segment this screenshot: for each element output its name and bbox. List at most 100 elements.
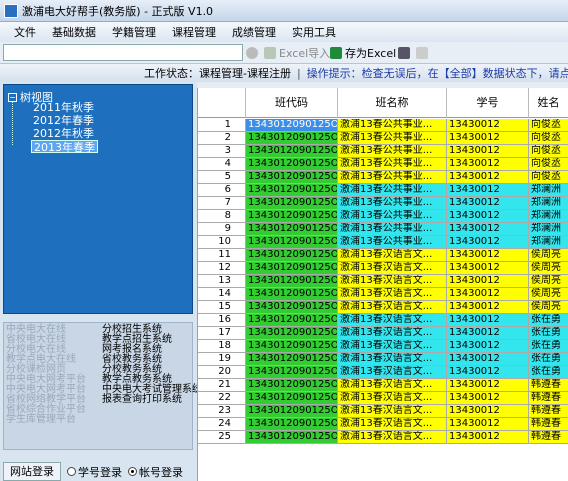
cell-student-id[interactable]: 13430012	[447, 379, 529, 392]
table-row[interactable]: 15 1343012090125O2 激浦13春汉语言文... 13430012 侯周亮	[198, 301, 568, 314]
cell-class-code[interactable]: 1343012090125O2	[246, 340, 338, 353]
cell-student-name[interactable]: 张在勇	[529, 340, 568, 353]
cell-student-id[interactable]: 13430012	[447, 197, 529, 210]
cell-class-name[interactable]: 激浦13春公共事业...	[338, 236, 447, 249]
cell-class-name[interactable]: 激浦13春汉语言文...	[338, 288, 447, 301]
cell-class-name[interactable]: 激浦13春汉语言文...	[338, 301, 447, 314]
cell-student-name[interactable]: 郑澜洲	[529, 223, 568, 236]
cell-student-id[interactable]: 13430012	[447, 132, 529, 145]
cell-class-code[interactable]: 1343012090125O2	[246, 262, 338, 275]
print-button[interactable]	[398, 45, 413, 61]
table-row[interactable]: 6 1343012090125O3 激浦13春公共事业... 13430012 郑澜洲	[198, 184, 568, 197]
cell-student-name[interactable]: 向俊丞	[529, 145, 568, 158]
header-class-code[interactable]: 班代码	[246, 88, 338, 118]
cell-class-code[interactable]: 1343012090125O2	[246, 275, 338, 288]
cell-class-code[interactable]: 1343012090125O3	[246, 132, 338, 145]
link-item[interactable]: 报表查询打印系统	[102, 395, 202, 405]
cell-student-name[interactable]: 张在勇	[529, 353, 568, 366]
cell-class-code[interactable]: 1343012090125O3	[246, 223, 338, 236]
cell-student-name[interactable]: 向俊丞	[529, 158, 568, 171]
table-row[interactable]: 20 1343012090125O2 激浦13春汉语言文... 13430012 张在勇	[198, 366, 568, 379]
cell-student-id[interactable]: 13430012	[447, 288, 529, 301]
cell-student-id[interactable]: 13430012	[447, 223, 529, 236]
cell-class-name[interactable]: 激浦13春公共事业...	[338, 184, 447, 197]
data-grid[interactable]: 班代码 班名称 学号 姓名 ▶11343012090125O3激浦13春公共事业…	[197, 88, 568, 481]
header-class-name[interactable]: 班名称	[338, 88, 447, 118]
table-row[interactable]: 21 1343012090125O2 激浦13春汉语言文... 13430012 韩遵春	[198, 379, 568, 392]
table-row[interactable]: 22 1343012090125O2 激浦13春汉语言文... 13430012 韩遵春	[198, 392, 568, 405]
cell-student-name[interactable]: 郑澜洲	[529, 197, 568, 210]
cell-class-name[interactable]: 激浦13春公共事业...	[338, 171, 447, 184]
cell-student-name[interactable]: 向俊丞	[529, 119, 568, 132]
cell-class-name[interactable]: 激浦13春汉语言文...	[338, 379, 447, 392]
table-row[interactable]: 9 1343012090125O3 激浦13春公共事业... 13430012 郑澜洲	[198, 223, 568, 236]
cell-class-code[interactable]: 1343012090125O3	[246, 171, 338, 184]
cell-student-id[interactable]: 13430012	[447, 340, 529, 353]
table-row[interactable]: 17 1343012090125O2 激浦13春汉语言文... 13430012 张在勇	[198, 327, 568, 340]
cell-class-code[interactable]: 1343012090125O3	[246, 210, 338, 223]
cell-student-id[interactable]: 13430012	[447, 145, 529, 158]
table-row[interactable]: ▶11343012090125O3激浦13春公共事业...13430012向俊丞	[198, 119, 568, 132]
cell-class-code[interactable]: 1343012090125O2	[246, 405, 338, 418]
cell-student-name[interactable]: 侯周亮	[529, 288, 568, 301]
cell-class-name[interactable]: 激浦13春汉语言文...	[338, 431, 447, 444]
cell-class-code[interactable]: 1343012090125O2	[246, 327, 338, 340]
cell-class-code[interactable]: 1343012090125O2	[246, 314, 338, 327]
cell-class-name[interactable]: 激浦13春公共事业...	[338, 197, 447, 210]
menu-grades[interactable]: 成绩管理	[224, 24, 284, 40]
table-row[interactable]: 25 1343012090125O2 激浦13春汉语言文... 13430012 韩遵春	[198, 431, 568, 444]
cell-student-id[interactable]: 13430012	[447, 184, 529, 197]
link-item[interactable]: 学生库管理平台	[6, 415, 86, 425]
table-row[interactable]: 13 1343012090125O2 激浦13春汉语言文... 13430012 侯周亮	[198, 275, 568, 288]
table-row[interactable]: 5 1343012090125O3 激浦13春公共事业... 13430012 向俊丞	[198, 171, 568, 184]
table-row[interactable]: 23 1343012090125O2 激浦13春汉语言文... 13430012 韩遵春	[198, 405, 568, 418]
cell-class-code[interactable]: 1343012090125O2	[246, 366, 338, 379]
cell-student-name[interactable]: 韩遵春	[529, 405, 568, 418]
table-row[interactable]: 3 1343012090125O3 激浦13春公共事业... 13430012 向俊丞	[198, 145, 568, 158]
cell-student-id[interactable]: 13430012	[447, 418, 529, 431]
cell-class-name[interactable]: 激浦13春汉语言文...	[338, 262, 447, 275]
header-student-name[interactable]: 姓名	[529, 88, 568, 118]
cell-student-id[interactable]: 13430012	[447, 431, 529, 444]
tree-item-2012-autumn[interactable]: 2012年秋季	[31, 127, 96, 140]
cell-class-code[interactable]: 1343012090125O2	[246, 301, 338, 314]
radio-student-login[interactable]	[67, 467, 76, 476]
table-row[interactable]: 19 1343012090125O2 激浦13春汉语言文... 13430012 张在勇	[198, 353, 568, 366]
excel-import-button[interactable]: Excel导入	[264, 45, 330, 61]
cell-class-code[interactable]: 1343012090125O2	[246, 418, 338, 431]
tree-item-2012-spring[interactable]: 2012年春季	[31, 114, 96, 127]
cell-class-name[interactable]: 激浦13春公共事业...	[338, 132, 447, 145]
cell-class-code[interactable]: 1343012090125O2	[246, 431, 338, 444]
cell-class-name[interactable]: 激浦13春公共事业...	[338, 210, 447, 223]
cell-student-id[interactable]: 13430012	[447, 119, 529, 132]
cell-student-id[interactable]: 13430012	[447, 392, 529, 405]
cell-class-name[interactable]: 激浦13春公共事业...	[338, 119, 447, 132]
cell-student-name[interactable]: 张在勇	[529, 327, 568, 340]
cell-student-name[interactable]: 侯周亮	[529, 249, 568, 262]
table-row[interactable]: 8 1343012090125O3 激浦13春公共事业... 13430012 郑澜洲	[198, 210, 568, 223]
cell-student-id[interactable]: 13430012	[447, 262, 529, 275]
tree-view[interactable]: − 树视图 2011年秋季 2012年春季 2012年秋季 2013年春季	[3, 84, 193, 314]
menu-course[interactable]: 课程管理	[164, 24, 224, 40]
cell-class-name[interactable]: 激浦13春汉语言文...	[338, 340, 447, 353]
cell-class-code[interactable]: 1343012090125O3	[246, 158, 338, 171]
cell-student-name[interactable]: 郑澜洲	[529, 184, 568, 197]
cell-class-name[interactable]: 激浦13春公共事业...	[338, 223, 447, 236]
cell-student-name[interactable]: 韩遵春	[529, 431, 568, 444]
table-row[interactable]: 11 1343012090125O2 激浦13春汉语言文... 13430012 侯周亮	[198, 249, 568, 262]
cell-class-code[interactable]: 1343012090125O3	[246, 145, 338, 158]
header-student-id[interactable]: 学号	[447, 88, 529, 118]
radio-account-login[interactable]	[128, 467, 137, 476]
cell-class-code[interactable]: 1343012090125O2	[246, 392, 338, 405]
cell-student-name[interactable]: 郑澜洲	[529, 236, 568, 249]
tree-item-2011-autumn[interactable]: 2011年秋季	[31, 101, 96, 114]
cell-class-name[interactable]: 激浦13春汉语言文...	[338, 327, 447, 340]
cell-class-name[interactable]: 激浦13春汉语言文...	[338, 275, 447, 288]
cell-student-name[interactable]: 侯周亮	[529, 262, 568, 275]
cell-student-name[interactable]: 韩遵春	[529, 392, 568, 405]
cell-class-name[interactable]: 激浦13春公共事业...	[338, 145, 447, 158]
cell-student-id[interactable]: 13430012	[447, 171, 529, 184]
table-row[interactable]: 7 1343012090125O3 激浦13春公共事业... 13430012 郑澜洲	[198, 197, 568, 210]
cell-student-id[interactable]: 13430012	[447, 249, 529, 262]
table-row[interactable]: 18 1343012090125O2 激浦13春汉语言文... 13430012 张在勇	[198, 340, 568, 353]
